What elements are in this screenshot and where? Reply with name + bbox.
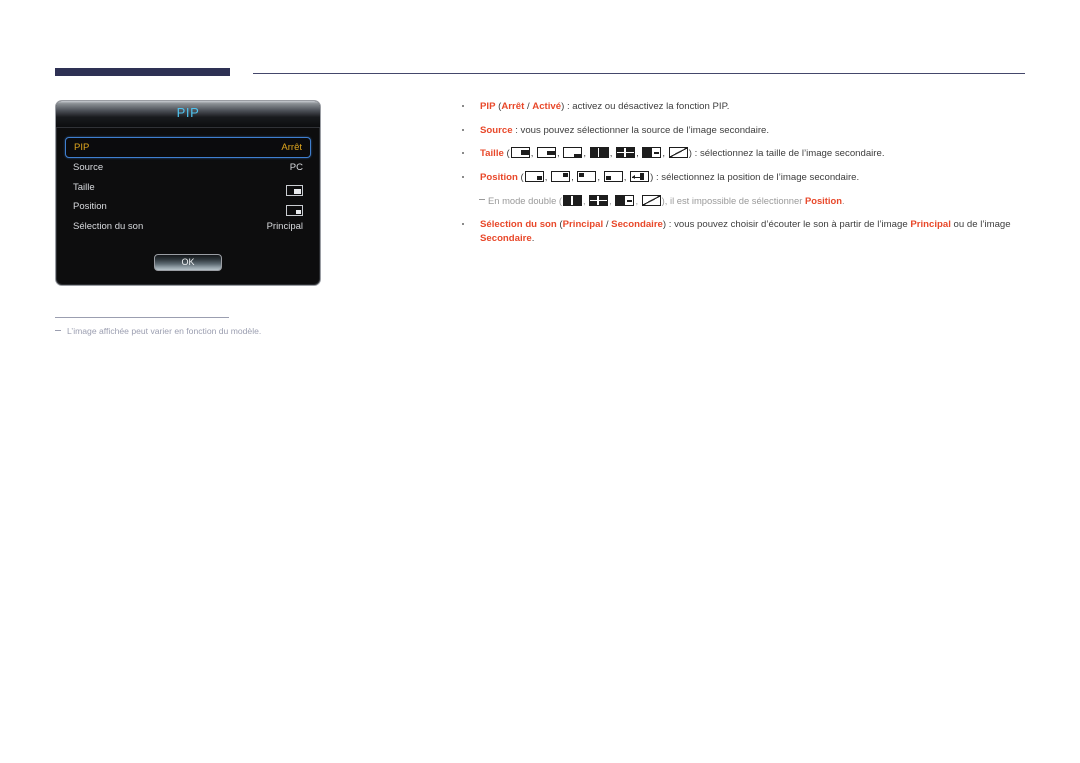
osd-titlebar: PIP (56, 101, 320, 128)
pos-bottom-right-icon (524, 170, 544, 182)
pos-top-left-icon (577, 170, 597, 182)
osd-row-value: PC (289, 162, 303, 173)
osd-row-label: Sélection du son (73, 220, 144, 232)
osd-title: PIP (176, 105, 200, 120)
split-quad-icon (616, 147, 636, 158)
osd-row-source[interactable]: Source PC (65, 158, 311, 178)
keyword-position: Position (804, 195, 842, 206)
screen-size-icon (286, 185, 303, 197)
bullet-position: Position (, , , , ) : sélectionnez la po… (459, 170, 1029, 185)
screen-position-icon (286, 204, 303, 216)
pip-osd-dialog: PIP PIP Arrêt Source PC Taille Position … (55, 100, 321, 286)
bullet-pip: PIP (Arrêt / Activé) : activez ou désact… (459, 100, 1029, 114)
osd-row-label: Taille (73, 181, 95, 193)
keyword-taille: Taille (480, 148, 504, 159)
size-right-bottom-icon (563, 147, 583, 158)
keyword-source: Source (480, 124, 513, 136)
description-list: PIP ( Arrêt / Activé) : activez ou désact… (459, 100, 1029, 255)
keyword-active: Activé (532, 101, 562, 112)
text: ) : (688, 148, 700, 159)
osd-menu-list: PIP Arrêt Source PC Taille Position Séle… (56, 128, 320, 236)
text: ou de l’image (950, 218, 1011, 230)
bullet-selection-du-son: Sélection du son (Principal / Secondaire… (459, 218, 1029, 246)
pos-bottom-left-icon (603, 170, 623, 182)
text: . (841, 195, 845, 206)
bullet-dot-icon (462, 105, 464, 107)
subnote-dash-icon (479, 199, 485, 200)
bullet-source: Source : vous pouvez sélectionner la sou… (459, 124, 1029, 138)
text: / (603, 218, 612, 230)
osd-row-label: Source (73, 162, 104, 173)
bullet-dot-icon (462, 152, 464, 154)
osd-row-value: Principal (266, 220, 303, 232)
footnote-dash-icon (55, 330, 61, 331)
keyword-principal: Principal (910, 218, 951, 230)
text: ) : activez ou désactivez la fonction PI… (561, 101, 730, 112)
split-vertical-icon (563, 195, 583, 206)
osd-row-taille[interactable]: Taille (65, 178, 311, 198)
text: En mode double ( (488, 195, 563, 206)
header-thin-rule (253, 73, 1025, 74)
keyword-position: Position (480, 171, 518, 183)
text: sélectionnez la position de l’image seco… (661, 171, 860, 183)
ok-button[interactable]: OK (154, 254, 222, 271)
keyword-secondaire: Secondaire (611, 218, 663, 230)
text: ) : (650, 171, 662, 183)
size-right-middle-small-icon (537, 147, 557, 158)
footnote-text: L’image affichée peut varier en fonction… (67, 326, 262, 336)
text: : vous pouvez sélectionner la source de … (512, 124, 770, 136)
text: . (531, 232, 535, 244)
text: ( (503, 148, 510, 159)
keyword-principal: Principal (562, 218, 604, 230)
pos-top-right-icon (551, 170, 571, 182)
bullet-taille: Taille (, , , , , , ) : sélectionnez la … (459, 147, 1029, 161)
split-diagonal-icon (641, 195, 661, 206)
bullet-dot-icon (462, 222, 464, 225)
keyword-arret: Arrêt (501, 101, 525, 112)
page-header-rule (55, 68, 1025, 76)
block-left-dash-right-icon (615, 195, 635, 206)
text: ), il est impossible de sélectionner (661, 195, 805, 206)
osd-row-value: Arrêt (281, 142, 302, 153)
osd-ok-button-wrap: OK (56, 252, 320, 271)
header-accent-bar (55, 68, 230, 76)
keyword-secondaire: Secondaire (480, 232, 532, 244)
bullet-dot-icon (462, 175, 464, 178)
text: ( (517, 171, 524, 183)
osd-row-selection-du-son[interactable]: Sélection du son Principal (65, 217, 311, 237)
osd-row-pip[interactable]: PIP Arrêt (65, 137, 311, 158)
split-quad-icon (589, 195, 609, 206)
split-diagonal-icon (668, 147, 688, 158)
bullet-dot-icon (462, 128, 464, 131)
osd-row-position[interactable]: Position (65, 197, 311, 217)
size-right-middle-icon (510, 147, 530, 158)
text: sélectionnez la taille de l’image second… (699, 148, 885, 159)
footnote: L’image affichée peut varier en fonction… (55, 325, 487, 337)
osd-row-label: Position (73, 201, 107, 212)
subnote-mode-double: En mode double (, , , ), il est impossib… (459, 194, 1029, 208)
block-left-dash-right-icon (642, 147, 662, 158)
text: ) : vous pouvez choisir d’écouter le son… (662, 218, 911, 230)
footnote-rule (55, 317, 229, 318)
keyword-selection-du-son: Sélection du son (480, 218, 557, 230)
osd-row-label: PIP (74, 142, 90, 153)
keyword-pip: PIP (480, 101, 496, 112)
pos-arrow-left-icon (630, 170, 650, 182)
split-vertical-icon (589, 147, 609, 158)
